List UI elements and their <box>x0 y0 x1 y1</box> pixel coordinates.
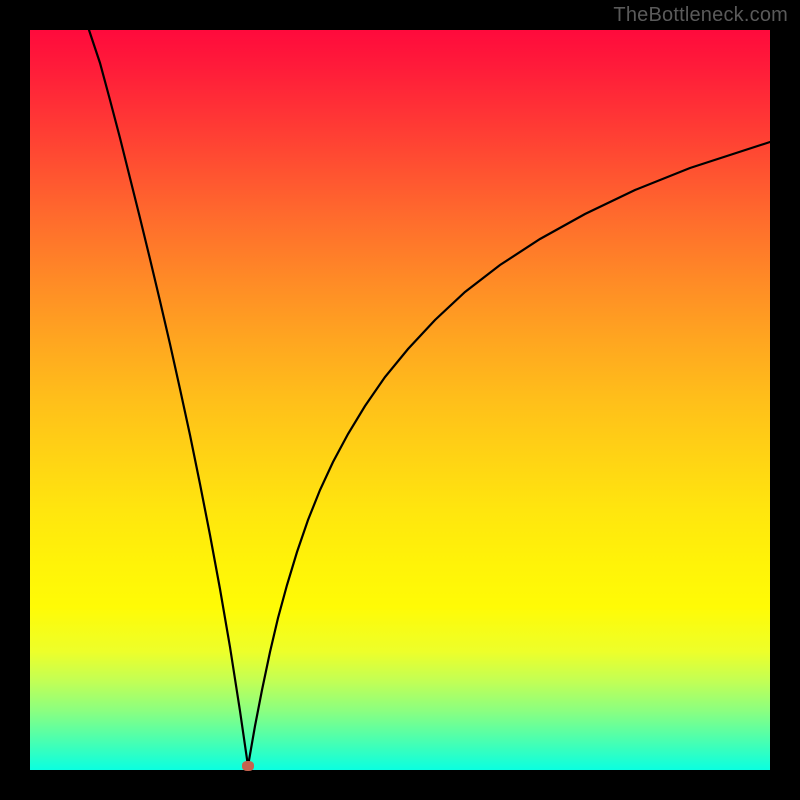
curve-right-branch <box>248 142 770 766</box>
watermark-text: TheBottleneck.com <box>613 4 788 27</box>
curve-left-branch <box>89 30 248 766</box>
minimum-marker <box>242 761 254 771</box>
bottleneck-curve <box>30 30 770 770</box>
